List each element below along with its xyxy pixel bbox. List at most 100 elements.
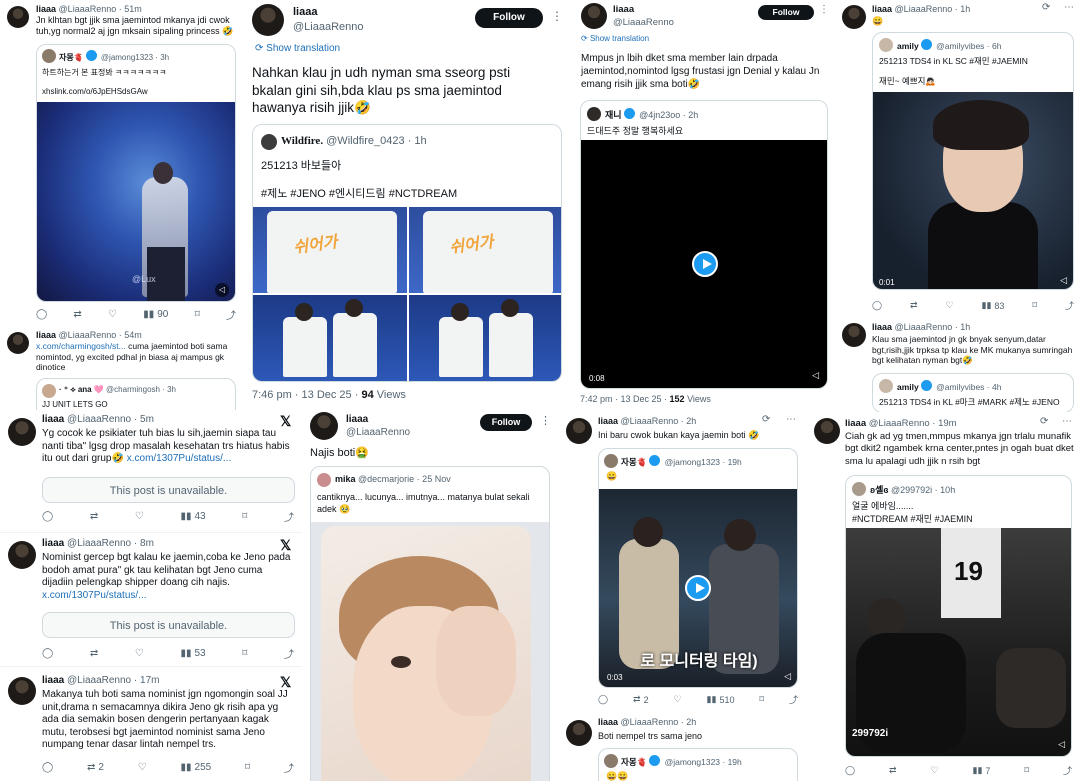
reply-icon[interactable]: ◯ [845, 765, 855, 776]
quote-image-3[interactable] [253, 295, 407, 381]
follow-button[interactable]: Follow [758, 5, 814, 20]
author-name[interactable]: liaaa [293, 6, 364, 18]
quoted-tweet[interactable]: 자몽🫀 @jamong1323 · 3h 하트하는거 본 표정봐 ㅋㅋㅋㅋㅋㅋㅋ… [36, 44, 236, 302]
tweet-c4-3[interactable]: liaaa @LiaaaRenno · 19m ⟳ ⋯ Ciah gk ad y… [808, 412, 1080, 781]
more-icon[interactable]: ⋯ [1064, 2, 1074, 13]
reply-icon[interactable]: ◯ [36, 309, 47, 320]
avatar[interactable] [8, 418, 36, 446]
share-icon[interactable]: ⤴ [284, 646, 294, 661]
video-player[interactable]: 0:01 ◁ [873, 92, 1073, 289]
more-icon[interactable]: ⋮ [551, 9, 563, 23]
avatar[interactable] [7, 6, 29, 28]
share-icon[interactable]: ⤴ [1063, 764, 1072, 777]
play-icon[interactable] [692, 251, 718, 277]
show-translation-link[interactable]: ⟳ Show translation [255, 43, 340, 54]
play-icon[interactable] [685, 575, 711, 601]
tweet-c1-2[interactable]: liaaa @LiaaaRenno · 54m x.com/charmingos… [0, 326, 242, 410]
avatar[interactable] [310, 412, 338, 440]
retweet-icon[interactable]: ⇄ [910, 300, 918, 311]
mute-icon[interactable]: ◁ [784, 671, 791, 682]
more-icon[interactable]: ⋯ [1062, 416, 1072, 427]
views-icon[interactable]: ▮▮ 7 [973, 765, 991, 776]
quoted-tweet[interactable]: · ⁺ ⟡ ana 🩷 @charmingosh · 3h JJ UNIT LE… [36, 378, 236, 410]
avatar[interactable] [581, 3, 607, 29]
reply-icon[interactable]: ◯ [42, 648, 53, 659]
follow-button[interactable]: Follow [480, 414, 532, 431]
avatar[interactable] [7, 332, 29, 354]
author-name[interactable]: liaaa [42, 538, 64, 549]
author-name[interactable]: liaaa [598, 717, 618, 727]
share-icon[interactable]: ⤴ [284, 760, 294, 775]
bookmark-icon[interactable]: ⌑ [242, 648, 247, 659]
retweet-icon[interactable]: ⇄ 2 [87, 762, 104, 773]
tweet-c3-1[interactable]: liaaa @LiaaaRenno Follow ⋮ ⟳ Show transl… [575, 0, 830, 410]
author-name[interactable]: liaaa [42, 675, 64, 686]
avatar[interactable] [252, 4, 284, 36]
tweet-c3-3[interactable]: liaaa @LiaaaRenno · 2h Boti nempel trs s… [560, 712, 805, 781]
avatar[interactable] [8, 541, 36, 569]
mute-icon[interactable]: ◁ [215, 283, 229, 297]
tweet-c3-2[interactable]: liaaa @LiaaaRenno · 2h ⟳ ⋯ Ini baru cwok… [560, 412, 805, 712]
views-icon[interactable]: ▮▮ 90 [143, 309, 168, 320]
tweet-c2-2[interactable]: liaaa @LiaaaRenno Follow ⋮ Najis boti🤮 m… [302, 410, 554, 781]
mute-icon[interactable]: ◁ [1058, 739, 1065, 750]
quoted-tweet[interactable]: 재니 @4jn23oo · 2h 드대드주 정말 행복하세요 0:08 ◁ [580, 100, 828, 389]
views-icon[interactable]: ▮▮ 43 [180, 511, 205, 522]
share-icon[interactable]: ⤴ [226, 307, 236, 322]
author-name[interactable]: liaaa [598, 416, 618, 426]
retweet-icon[interactable]: ⇄ [90, 511, 98, 522]
follow-button[interactable]: Follow [475, 8, 543, 28]
like-icon[interactable]: ♡ [135, 511, 144, 522]
refresh-icon[interactable]: ⟳ [1040, 416, 1048, 427]
tweet-c1-5[interactable]: liaaa @LiaaaRenno · 17m 𝕏 Makanya tuh bo… [0, 667, 302, 781]
author-name[interactable]: liaaa [42, 414, 64, 425]
author-name[interactable]: liaaa [845, 418, 866, 429]
show-translation-link[interactable]: ⟳ Show translation [581, 34, 649, 43]
reply-icon[interactable]: ◯ [872, 300, 882, 311]
views-icon[interactable]: ▮▮ 53 [180, 648, 205, 659]
avatar[interactable] [566, 418, 592, 444]
bookmark-icon[interactable]: ⌑ [242, 511, 247, 522]
tweet-link[interactable]: x.com/charmingosh/st... [36, 341, 126, 351]
bookmark-icon[interactable]: ⌑ [1024, 765, 1029, 776]
tweet-c4-1[interactable]: liaaa @LiaaaRenno · 1h ⟳ ⋯ 😀 amily @amil… [836, 0, 1080, 318]
avatar[interactable] [842, 5, 866, 29]
quote-image-4[interactable] [409, 295, 561, 381]
reply-icon[interactable]: ◯ [42, 511, 53, 522]
share-icon[interactable]: ⤴ [284, 509, 294, 524]
author-name[interactable]: liaaa [613, 4, 674, 15]
more-icon[interactable]: ⋯ [786, 414, 796, 425]
retweet-icon[interactable]: ⇄ [73, 309, 81, 320]
quoted-tweet[interactable]: amily @amilyvibes · 6h 251213 TDS4 in KL… [872, 32, 1074, 290]
retweet-icon[interactable]: ⇄ [889, 765, 897, 776]
photocard-image[interactable] [311, 522, 549, 781]
reply-icon[interactable]: ◯ [598, 694, 608, 705]
quote-image-2[interactable]: 쉬어가 [409, 207, 561, 293]
video-player[interactable]: 19 299792i ◁ [846, 528, 1071, 756]
author-name[interactable]: liaaa [346, 414, 410, 425]
like-icon[interactable]: ♡ [108, 309, 117, 320]
tweet-c1-3[interactable]: liaaa @LiaaaRenno · 5m 𝕏 Yg cocok ke psi… [0, 410, 302, 532]
author-name[interactable]: liaaa [36, 330, 56, 340]
video-player[interactable]: 0:08 ◁ [581, 140, 827, 388]
like-icon[interactable]: ♡ [946, 300, 954, 311]
like-icon[interactable]: ♡ [674, 694, 682, 705]
tweet-link[interactable]: x.com/1307Pu/status/... [127, 453, 232, 464]
quoted-tweet[interactable]: ʚ셸ɞ @299792i · 10h 얼굴 에바임....... #NCTDRE… [845, 475, 1072, 757]
views-icon[interactable]: ▮▮ 510 [707, 694, 735, 705]
quoted-tweet[interactable]: 자몽🫀 @jamong1323 · 19h 😀😀 [598, 748, 798, 781]
avatar[interactable] [814, 418, 840, 444]
concert-image[interactable]: @Lux ◁ [37, 102, 235, 301]
avatar[interactable] [8, 677, 36, 705]
refresh-icon[interactable]: ⟳ [1042, 2, 1050, 13]
refresh-icon[interactable]: ⟳ [762, 414, 770, 425]
share-icon[interactable]: ⤴ [1065, 299, 1074, 312]
quoted-tweet[interactable]: mika @decmarjorie · 25 Nov cantiknya... … [310, 466, 550, 781]
bookmark-icon[interactable]: ⌑ [195, 309, 200, 320]
author-name[interactable]: liaaa [36, 4, 56, 14]
author-name[interactable]: liaaa [872, 4, 892, 14]
more-icon[interactable]: ⋮ [819, 4, 829, 15]
quoted-tweet[interactable]: amily @amilyvibes · 4h 251213 TDS4 in KL… [872, 373, 1074, 412]
mute-icon[interactable]: ◁ [1060, 275, 1067, 286]
bookmark-icon[interactable]: ⌑ [759, 694, 764, 705]
